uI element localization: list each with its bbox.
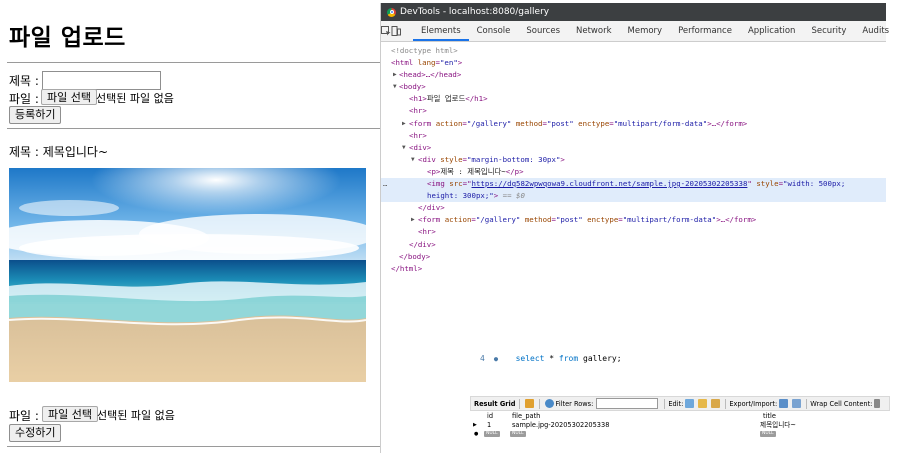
tab-network[interactable]: Network	[568, 21, 620, 41]
sql-keyword: from	[558, 354, 579, 363]
table-header: id file_path title	[470, 412, 810, 421]
export-import-label: Export/Import:	[729, 399, 778, 408]
more-dots-icon[interactable]: …	[383, 178, 387, 190]
gallery-image	[9, 168, 366, 382]
grid-icon[interactable]	[524, 399, 534, 408]
dom-node[interactable]: <!doctype html>	[381, 45, 886, 57]
refresh-icon[interactable]	[544, 399, 554, 408]
edit-row-icon[interactable]	[685, 399, 695, 408]
column-header-title[interactable]: title	[763, 412, 776, 421]
collapse-arrow-icon[interactable]: ▼	[402, 142, 406, 154]
delete-row-icon[interactable]	[711, 399, 721, 408]
title-label: 제목 :	[9, 74, 39, 88]
expand-arrow-icon[interactable]: ▶	[411, 214, 415, 226]
edit-file-label: 파일 :	[9, 409, 39, 423]
null-badge: NULL	[510, 431, 526, 437]
result-grid: Result Grid Filter Rows: Edit: Export/Im…	[470, 396, 890, 444]
divider	[7, 128, 380, 129]
dom-node[interactable]: ▶ <form action="/gallery" method="post" e…	[381, 118, 886, 130]
dom-node[interactable]: ▼ <div style="margin-bottom: 30px">	[381, 154, 886, 166]
insert-row-icon[interactable]	[698, 399, 708, 408]
collapse-arrow-icon[interactable]: ▼	[411, 154, 415, 166]
devtools-title: DevTools - localhost:8080/gallery	[400, 7, 550, 17]
tab-memory[interactable]: Memory	[620, 21, 671, 41]
devtools-panel: DevTools - localhost:8080/gallery Elemen…	[380, 3, 889, 453]
edit-button[interactable]: 수정하기	[9, 424, 62, 442]
devtools-tabbar: Elements Console Sources Network Memory …	[381, 21, 889, 42]
sql-keyword: select	[515, 354, 545, 363]
tab-sources[interactable]: Sources	[518, 21, 568, 41]
dom-node[interactable]: ▼ <div>	[381, 142, 886, 154]
filter-rows-label: Filter Rows:	[555, 399, 594, 408]
row-pointer-icon: ▶	[473, 422, 477, 428]
cell-title[interactable]: 제목입니다~	[760, 421, 796, 430]
dom-tree: <!doctype html> <html lang="en"> ▶ <head>…	[381, 42, 886, 275]
file-select-button[interactable]: 파일 선택	[41, 89, 97, 105]
dom-node[interactable]: </body>	[381, 251, 886, 263]
cell-id[interactable]: 1	[487, 421, 491, 430]
tab-audits[interactable]: Audits	[854, 21, 897, 41]
collapse-arrow-icon[interactable]: ▼	[393, 81, 397, 93]
dom-node[interactable]: </div>	[381, 202, 886, 214]
table-row[interactable]: ▶ 1 sample.jpg-20205302205338 제목입니다~	[470, 421, 810, 430]
devtools-titlebar: DevTools - localhost:8080/gallery	[381, 3, 886, 21]
edit-label: Edit:	[668, 399, 684, 408]
edit-file-select-button[interactable]: 파일 선택	[42, 406, 98, 422]
webpage: 파일 업로드 제목 : 파일 : 파일 선택 선택된 파일 없음 등록하기 제목…	[0, 0, 380, 463]
filter-rows-input[interactable]	[596, 398, 659, 409]
dom-node[interactable]: <p>제목 : 제목입니다~</p>	[381, 166, 886, 178]
expand-arrow-icon[interactable]: ▶	[402, 118, 406, 130]
line-number: 4	[480, 354, 485, 363]
result-grid-label: Result Grid	[474, 399, 516, 408]
wrap-cell-label: Wrap Cell Content:	[810, 399, 873, 408]
device-toolbar-icon[interactable]	[391, 21, 401, 41]
dom-node[interactable]: <hr>	[381, 130, 886, 142]
dom-node-selected-cont[interactable]: height: 300px;"> == $0	[381, 190, 886, 203]
dom-node[interactable]: <html lang="en">	[381, 57, 886, 69]
tab-performance[interactable]: Performance	[670, 21, 740, 41]
register-button[interactable]: 등록하기	[9, 106, 62, 124]
divider	[7, 446, 380, 447]
execute-dot-icon: ●	[489, 355, 511, 363]
file-label: 파일 :	[9, 92, 39, 106]
dom-node[interactable]: ▶ <head>…</head>	[381, 69, 886, 81]
divider	[7, 62, 380, 63]
post-title: 제목 : 제목입니다~	[9, 145, 109, 159]
tab-console[interactable]: Console	[469, 21, 519, 41]
export-icon[interactable]	[779, 399, 789, 408]
page-heading: 파일 업로드	[9, 25, 126, 51]
dom-node[interactable]: <hr>	[381, 226, 886, 238]
column-header-file-path[interactable]: file_path	[512, 412, 540, 421]
tab-elements[interactable]: Elements	[413, 21, 469, 41]
dom-node-selected[interactable]: … <img src="https://dq582wpwqowa9.cloudfr…	[381, 178, 886, 191]
table-row-new[interactable]: ● NULL NULL NULL	[470, 430, 810, 438]
file-status: 선택된 파일 없음	[96, 92, 174, 105]
chrome-icon	[387, 7, 396, 17]
import-icon[interactable]	[792, 399, 802, 408]
null-badge: NULL	[760, 431, 776, 437]
title-input[interactable]	[42, 71, 161, 90]
tab-application[interactable]: Application	[740, 21, 804, 41]
new-row-icon: ●	[474, 431, 479, 437]
null-badge: NULL	[484, 431, 500, 437]
inspect-icon[interactable]	[381, 21, 391, 41]
result-grid-toolbar: Result Grid Filter Rows: Edit: Export/Im…	[470, 396, 890, 411]
dom-node[interactable]: </html>	[381, 263, 886, 275]
result-table: id file_path title ▶ 1 sample.jpg-202053…	[470, 412, 810, 438]
column-header-id[interactable]: id	[487, 412, 493, 421]
dom-node[interactable]: <h1>파일 업로드</h1>	[381, 93, 886, 105]
dom-node[interactable]: <hr>	[381, 105, 886, 117]
dom-node[interactable]: </div>	[381, 239, 886, 251]
sql-editor-line[interactable]: 4 ● select * from gallery;	[480, 354, 622, 363]
dom-node[interactable]: ▼ <body>	[381, 81, 886, 93]
wrap-cell-icon[interactable]	[874, 399, 881, 408]
cell-file-path[interactable]: sample.jpg-20205302205338	[512, 421, 609, 430]
dom-node[interactable]: ▶ <form action="/gallery" method="post" e…	[381, 214, 886, 226]
img-src-link[interactable]: https://dq582wpwqowa9.cloudfront.net/sam…	[472, 179, 748, 188]
tab-security[interactable]: Security	[803, 21, 854, 41]
expand-arrow-icon[interactable]: ▶	[393, 69, 397, 81]
edit-file-status: 선택된 파일 없음	[97, 409, 175, 422]
